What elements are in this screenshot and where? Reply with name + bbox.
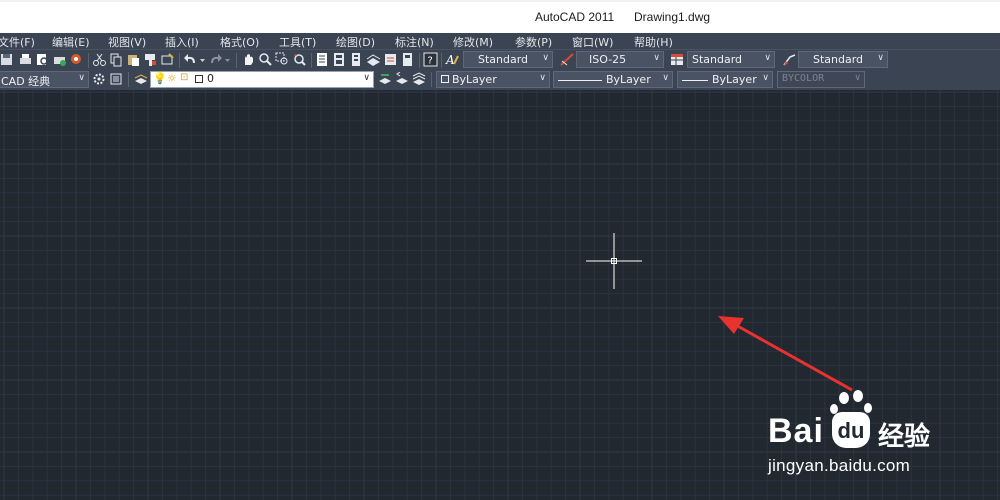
toolbar-separator	[441, 53, 442, 68]
design-center-icon[interactable]	[332, 52, 347, 67]
menu-file[interactable]: 文件(F)	[0, 34, 35, 50]
layer-color-swatch	[195, 75, 203, 83]
toolbar-separator	[419, 53, 420, 68]
zoom-window-icon[interactable]	[275, 52, 290, 67]
markup-set-icon[interactable]	[383, 52, 398, 67]
plot-preview-icon[interactable]	[35, 52, 50, 67]
layer-dropdown[interactable]: 💡 ☼ ⊡ 0 ∨	[150, 71, 374, 88]
chevron-down-icon: ∨	[78, 73, 85, 83]
paste-icon[interactable]	[126, 52, 141, 67]
zoom-realtime-icon[interactable]	[258, 52, 273, 67]
zoom-previous-icon[interactable]	[292, 52, 307, 67]
toolbar-separator	[179, 53, 180, 68]
menu-draw[interactable]: 绘图(D)	[336, 34, 375, 50]
menu-bar: 文件(F) 编辑(E) 视图(V) 插入(I) 格式(O) 工具(T) 绘图(D…	[0, 33, 1000, 49]
menu-dimension[interactable]: 标注(N)	[395, 34, 434, 50]
svg-text:A: A	[445, 53, 455, 67]
sun-icon: ☼	[167, 72, 177, 85]
dim-style-dropdown[interactable]: ISO-25 ∨	[576, 51, 664, 68]
text-style-icon[interactable]: A	[445, 52, 460, 67]
chevron-down-icon: ∨	[764, 53, 771, 63]
cut-icon[interactable]	[92, 52, 107, 67]
table-style-icon[interactable]	[670, 52, 685, 67]
toolbar-separator	[88, 53, 89, 68]
menu-view[interactable]: 视图(V)	[108, 34, 146, 50]
layer-states-icon[interactable]	[412, 72, 427, 87]
paw-du-icon: du	[832, 412, 870, 448]
save-icon[interactable]	[0, 52, 15, 67]
help-icon[interactable]: ?	[423, 52, 438, 67]
publish-icon[interactable]	[52, 52, 67, 67]
app-title: AutoCAD 2011	[535, 10, 615, 24]
redo-icon[interactable]	[208, 52, 223, 67]
chevron-down-icon: ∨	[653, 53, 660, 63]
title-bar: AutoCAD 2011 Drawing1.dwg	[0, 0, 1000, 33]
table-style-dropdown[interactable]: Standard ∨	[687, 51, 775, 68]
layers-properties-toolbar: CAD 经典 ∨ 💡 ☼ ⊡ 0 ∨ ByLayer ∨ ByLayer ∨ ByLa…	[0, 70, 1000, 90]
lightbulb-icon: 💡	[153, 72, 167, 85]
dim-style-icon[interactable]	[560, 52, 575, 67]
linetype-preview	[558, 80, 602, 81]
menu-help[interactable]: 帮助(H)	[634, 34, 673, 50]
watermark-brand-cn: 经验	[878, 422, 931, 452]
chevron-down-icon: ∨	[542, 53, 549, 63]
toolbar-separator	[236, 53, 237, 68]
customize-workspace-icon[interactable]	[109, 72, 124, 87]
chevron-down-icon: ∨	[539, 73, 546, 83]
3d-dwf-icon[interactable]	[69, 52, 84, 67]
svg-text:?: ?	[428, 56, 433, 67]
quickcalc-icon[interactable]	[400, 52, 415, 67]
chevron-down-icon: ∨	[363, 73, 370, 83]
block-editor-icon[interactable]	[160, 52, 175, 67]
lineweight-dropdown[interactable]: ByLayer ∨	[677, 71, 773, 88]
menu-window[interactable]: 窗口(W)	[572, 34, 613, 50]
watermark-url: jingyan.baidu.com	[768, 456, 911, 475]
pan-icon[interactable]	[241, 52, 256, 67]
drawing-canvas[interactable]: Bai du 经验 jingyan.baidu.com	[0, 90, 1000, 500]
toolbar-separator	[311, 53, 312, 68]
multileader-style-dropdown[interactable]: Standard ∨	[798, 51, 888, 68]
copy-icon[interactable]	[109, 52, 124, 67]
menu-edit[interactable]: 编辑(E)	[52, 34, 90, 50]
color-dropdown[interactable]: ByLayer ∨	[436, 71, 550, 88]
standard-toolbar: ? A Standard ∨ ISO-25 ∨ Standard ∨ Standard…	[0, 49, 1000, 70]
chevron-down-icon: ∨	[762, 73, 769, 83]
menu-insert[interactable]: 插入(I)	[165, 34, 199, 50]
undo-icon[interactable]	[183, 52, 198, 67]
lock-icon: ⊡	[180, 72, 189, 83]
menu-modify[interactable]: 修改(M)	[453, 34, 493, 50]
chevron-down-icon: ∨	[854, 73, 861, 83]
menu-format[interactable]: 格式(O)	[220, 34, 259, 50]
watermark-brand: Bai	[768, 412, 824, 450]
menu-parametric[interactable]: 参数(P)	[515, 34, 552, 50]
redo-dropdown-icon[interactable]	[224, 52, 232, 67]
workspace-dropdown[interactable]: CAD 经典 ∨	[0, 71, 89, 88]
document-title: Drawing1.dwg	[634, 10, 711, 24]
properties-icon[interactable]	[315, 52, 330, 67]
menu-tools[interactable]: 工具(T)	[279, 34, 316, 50]
workspace-settings-icon[interactable]	[92, 72, 107, 87]
layer-previous-icon[interactable]	[395, 72, 410, 87]
toolbar-separator	[128, 72, 129, 87]
color-swatch	[441, 75, 449, 83]
toolbar-separator	[431, 72, 432, 87]
multileader-style-icon[interactable]	[782, 52, 797, 67]
plot-style-dropdown: BYCOLOR ∨	[777, 71, 865, 88]
chevron-down-icon: ∨	[662, 73, 669, 83]
match-properties-icon[interactable]	[143, 52, 158, 67]
lineweight-preview	[682, 80, 708, 81]
make-layer-current-icon[interactable]	[378, 72, 393, 87]
plot-icon[interactable]	[18, 52, 33, 67]
layer-properties-icon[interactable]	[134, 72, 149, 87]
chevron-down-icon: ∨	[877, 53, 884, 63]
linetype-dropdown[interactable]: ByLayer ∨	[553, 71, 673, 88]
undo-dropdown-icon[interactable]	[199, 52, 207, 67]
tool-palettes-icon[interactable]	[349, 52, 364, 67]
baidu-jingyan-watermark: Bai du 经验 jingyan.baidu.com	[768, 390, 968, 482]
text-style-dropdown[interactable]: Standard ∨	[463, 51, 553, 68]
current-layer-name: 0	[207, 72, 214, 85]
sheet-set-icon[interactable]	[366, 52, 381, 67]
